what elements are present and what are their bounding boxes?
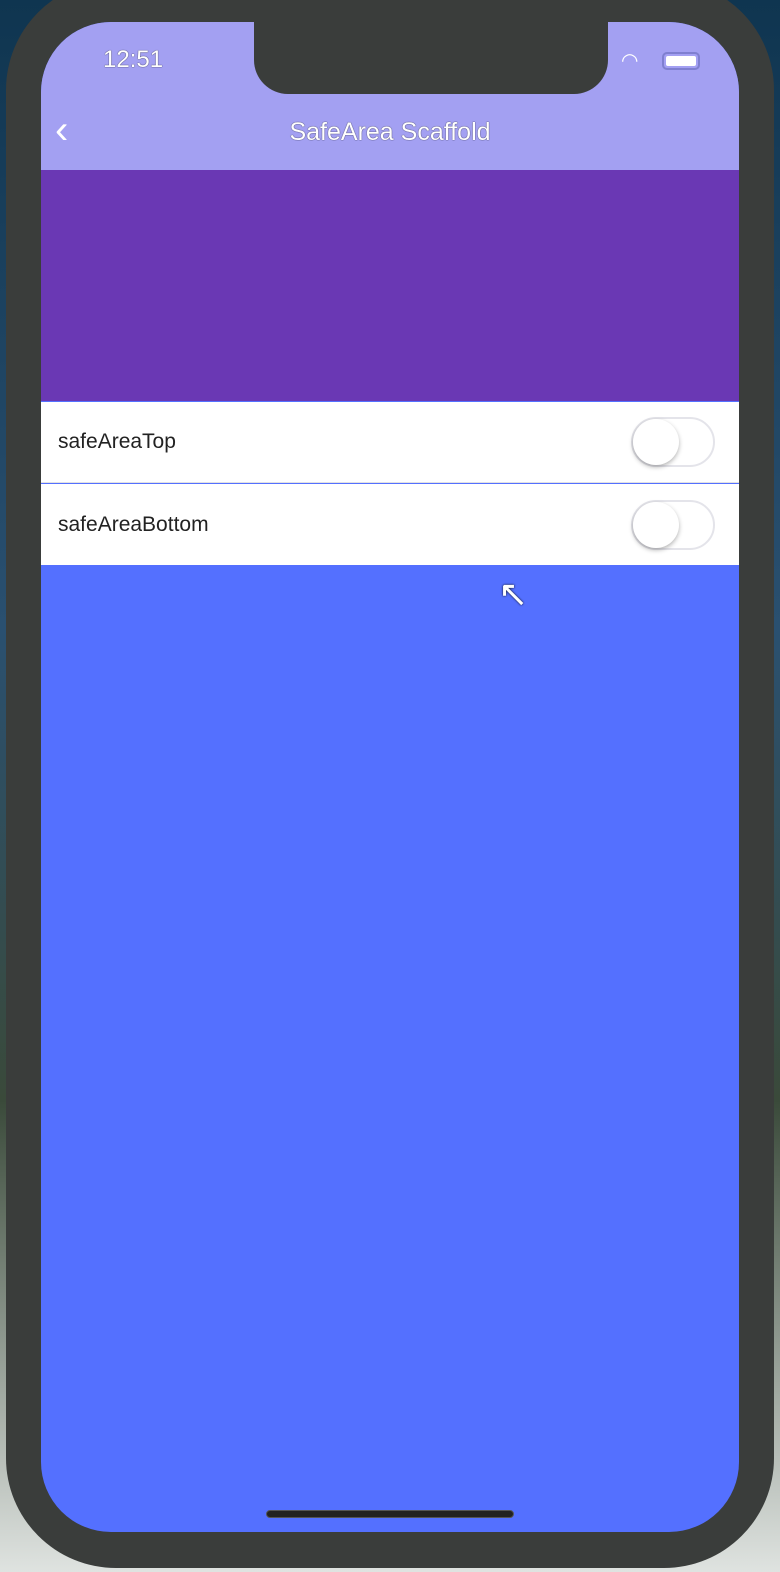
setting-row-safe-area-bottom: safeAreaBottom [41, 484, 739, 565]
status-time: 12:51 [103, 46, 164, 73]
header-block [41, 170, 739, 401]
wifi-icon: ◠ [621, 50, 639, 72]
safe-area-bottom-toggle[interactable] [631, 499, 715, 550]
mouse-cursor-icon: ↖ [498, 573, 529, 614]
home-indicator[interactable] [266, 1510, 514, 1518]
setting-label: safeAreaBottom [58, 512, 209, 536]
battery-icon [662, 52, 700, 70]
setting-row-safe-area-top: safeAreaTop [41, 402, 739, 483]
notch [254, 22, 608, 94]
setting-label: safeAreaTop [58, 430, 176, 453]
safe-area-top-toggle[interactable] [631, 417, 715, 467]
page-title: SafeArea Scaffold [289, 118, 491, 146]
phone-screen: 12:51 ◠ ‹ SafeArea Scaffold safeAreaTop … [41, 22, 739, 1532]
